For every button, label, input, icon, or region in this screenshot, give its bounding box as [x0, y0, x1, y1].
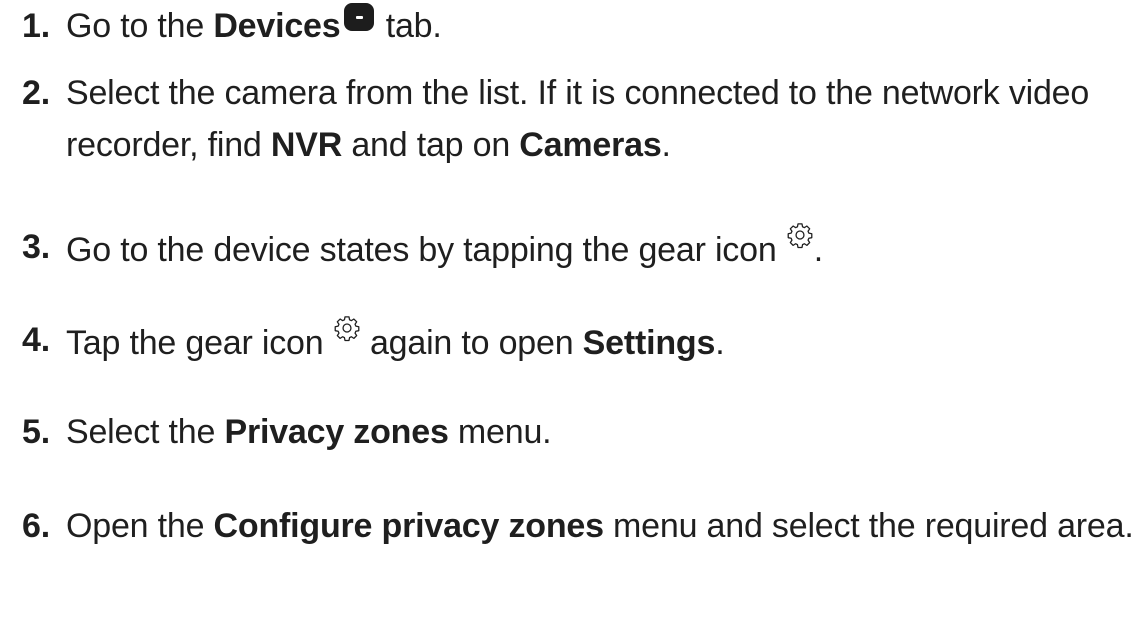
step-text: Open the Configure privacy zones menu an…: [66, 507, 1134, 545]
step-5: 5. Select the Privacy zones menu.: [22, 406, 1142, 458]
nvr-label: NVR: [270, 126, 343, 164]
step-number: 3.: [22, 228, 50, 266]
step-number: 2.: [22, 74, 50, 112]
step-number: 4.: [22, 321, 50, 359]
gear-icon: [787, 223, 813, 249]
devices-tab-icon: [344, 3, 375, 31]
step-text: Select the camera from the list. If it i…: [66, 74, 1090, 164]
step-4: 4. Tap the gear icon again to open Setti…: [22, 314, 1142, 369]
step-6: 6. Open the Configure privacy zones menu…: [22, 500, 1142, 552]
step-1: 1. Go to the Devices tab.: [22, 0, 1142, 52]
step-2: 2. Select the camera from the list. If i…: [22, 67, 1142, 171]
configure-privacy-zones-label: Configure privacy zones: [213, 507, 604, 545]
step-text: Go to the Devices tab.: [66, 0, 1142, 52]
step-number: 6.: [22, 507, 50, 545]
settings-label: Settings: [582, 324, 716, 362]
cameras-label: Cameras: [519, 126, 662, 164]
step-number: 1.: [22, 7, 50, 45]
privacy-zones-label: Privacy zones: [224, 413, 449, 451]
step-text: Select the Privacy zones menu.: [66, 413, 552, 451]
step-number: 5.: [22, 413, 50, 451]
step-text: Go to the device states by tapping the g…: [66, 221, 1142, 276]
step-3: 3. Go to the device states by tapping th…: [22, 221, 1142, 276]
gear-icon: [334, 316, 360, 342]
devices-label: Devices: [213, 7, 341, 45]
step-text: Tap the gear icon again to open Settings…: [66, 314, 1142, 369]
